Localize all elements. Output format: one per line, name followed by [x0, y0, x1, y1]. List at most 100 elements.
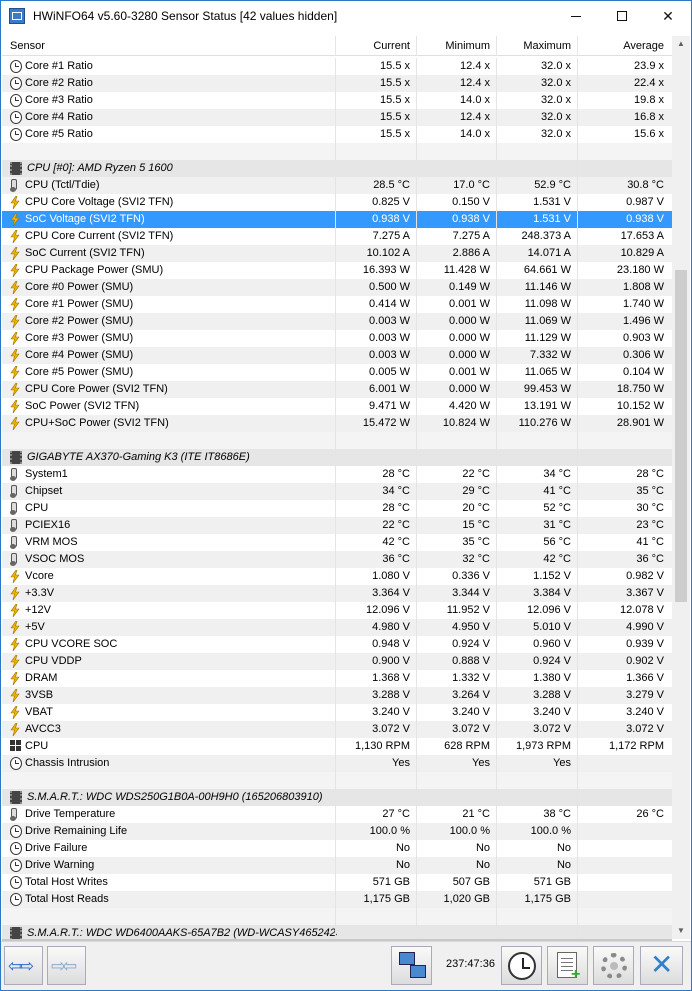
prev-next-window-button[interactable]: ⇨⇦: [47, 946, 86, 985]
sensor-row[interactable]: Chassis Intrusion Yes Yes Yes: [2, 755, 672, 772]
current-value: 0.900 V: [372, 655, 410, 667]
sensor-row[interactable]: CPU Core Power (SVI2 TFN) 6.001 W 0.000 W 9…: [2, 381, 672, 398]
current-value: 0.500 W: [369, 281, 410, 293]
vertical-scrollbar[interactable]: ▲ ▼: [672, 36, 690, 939]
sensor-row[interactable]: Core #3 Power (SMU) 0.003 W 0.000 W 11.129 …: [2, 330, 672, 347]
sensor-row[interactable]: VBAT 3.240 V 3.240 V 3.240 V 3.240 V: [2, 704, 672, 721]
sensor-group-header[interactable]: GIGABYTE AX370-Gaming K3 (ITE IT8686E): [2, 449, 672, 466]
sensor-name: Core #1 Power (SMU): [25, 298, 134, 310]
minimize-icon: [571, 16, 581, 17]
header-minimum[interactable]: Minimum: [445, 36, 490, 56]
header-maximum[interactable]: Maximum: [523, 36, 571, 56]
sensor-row[interactable]: CPU VDDP 0.900 V 0.888 V 0.924 V 0.902 V: [2, 653, 672, 670]
sensor-row[interactable]: Drive Warning No No No: [2, 857, 672, 874]
sensor-name: SoC Current (SVI2 TFN): [25, 247, 145, 259]
scroll-thumb[interactable]: [675, 270, 687, 602]
average-value: 23 °C: [636, 519, 664, 531]
average-value: 30 °C: [636, 502, 664, 514]
sensor-row[interactable]: Core #1 Power (SMU) 0.414 W 0.001 W 11.098 …: [2, 296, 672, 313]
sensor-name: PCIEX16: [25, 519, 71, 531]
sensor-row[interactable]: Drive Remaining Life 100.0 % 100.0 % 100.0 …: [2, 823, 672, 840]
sensor-row[interactable]: SoC Voltage (SVI2 TFN) 0.938 V 0.938 V 1.53…: [2, 211, 672, 228]
title-bar[interactable]: HWiNFO64 v5.60-3280 Sensor Status [42 va…: [1, 1, 691, 32]
sensor-row[interactable]: Chipset 34 °C 29 °C 41 °C 35 °C: [2, 483, 672, 500]
sensor-row[interactable]: Drive Temperature 27 °C 21 °C 38 °C 26 °C: [2, 806, 672, 823]
network-button[interactable]: [391, 946, 432, 985]
sensor-row[interactable]: +12V 12.096 V 11.952 V 12.096 V 12.078 V: [2, 602, 672, 619]
sensor-row[interactable]: Core #2 Ratio 15.5 x 12.4 x 32.0 x 22.4 x: [2, 75, 672, 92]
hwinfo-app-icon[interactable]: [9, 8, 25, 24]
sensor-row[interactable]: VRM MOS 42 °C 35 °C 56 °C 41 °C: [2, 534, 672, 551]
maximum-value: 1.531 V: [533, 196, 571, 208]
average-value: 16.8 x: [634, 111, 664, 123]
sensor-name: CPU+SoC Power (SVI2 TFN): [25, 417, 169, 429]
minimize-button[interactable]: [553, 1, 599, 32]
sensor-row[interactable]: Total Host Writes 571 GB 507 GB 571 GB: [2, 874, 672, 891]
sensor-row[interactable]: Core #4 Power (SMU) 0.003 W 0.000 W 7.332 W…: [2, 347, 672, 364]
sensor-row[interactable]: AVCC3 3.072 V 3.072 V 3.072 V 3.072 V: [2, 721, 672, 738]
sensor-row[interactable]: CPU 28 °C 20 °C 52 °C 30 °C: [2, 500, 672, 517]
thermometer-icon: [10, 468, 22, 481]
logging-button[interactable]: [547, 946, 588, 985]
minimum-value: 4.420 W: [449, 400, 490, 412]
header-current[interactable]: Current: [373, 36, 410, 56]
prev-next-sensor-button[interactable]: ⇦⇨: [4, 946, 43, 985]
sensor-row[interactable]: Core #1 Ratio 15.5 x 12.4 x 32.0 x 23.9 x: [2, 58, 672, 75]
minimum-value: 15 °C: [462, 519, 490, 531]
sensor-row[interactable]: Core #5 Ratio 15.5 x 14.0 x 32.0 x 15.6 x: [2, 126, 672, 143]
sensor-row[interactable]: CPU+SoC Power (SVI2 TFN) 15.472 W 10.824 W…: [2, 415, 672, 432]
minimum-value: 0.150 V: [452, 196, 490, 208]
average-value: 36 °C: [636, 553, 664, 565]
minimum-value: 22 °C: [462, 468, 490, 480]
sensor-row[interactable]: +3.3V 3.364 V 3.344 V 3.384 V 3.367 V: [2, 585, 672, 602]
sensor-row[interactable]: Total Host Reads 1,175 GB 1,020 GB 1,175 GB: [2, 891, 672, 908]
sensor-row[interactable]: Vcore 1.080 V 0.336 V 1.152 V 0.982 V: [2, 568, 672, 585]
reset-clock-button[interactable]: [501, 946, 542, 985]
sensor-row[interactable]: PCIEX16 22 °C 15 °C 31 °C 23 °C: [2, 517, 672, 534]
sensor-row[interactable]: +5V 4.980 V 4.950 V 5.010 V 4.990 V: [2, 619, 672, 636]
maximum-value: 11.146 W: [524, 281, 571, 293]
sensor-row[interactable]: System1 28 °C 22 °C 34 °C 28 °C: [2, 466, 672, 483]
sensor-row[interactable]: SoC Power (SVI2 TFN) 9.471 W 4.420 W 13.191…: [2, 398, 672, 415]
sensor-row[interactable]: CPU VCORE SOC 0.948 V 0.924 V 0.960 V 0.939 …: [2, 636, 672, 653]
close-window-button[interactable]: ✕: [645, 1, 691, 32]
sensor-row[interactable]: VSOC MOS 36 °C 32 °C 42 °C 36 °C: [2, 551, 672, 568]
sensor-row[interactable]: Core #5 Power (SMU) 0.005 W 0.001 W 11.065 …: [2, 364, 672, 381]
current-value: 0.825 V: [372, 196, 410, 208]
sensor-row[interactable]: Core #2 Power (SMU) 0.003 W 0.000 W 11.069 …: [2, 313, 672, 330]
sensor-name: Core #5 Power (SMU): [25, 366, 134, 378]
sensor-row[interactable]: DRAM 1.368 V 1.332 V 1.380 V 1.366 V: [2, 670, 672, 687]
settings-button[interactable]: [593, 946, 634, 985]
sensor-row[interactable]: CPU Core Current (SVI2 TFN) 7.275 A 7.275 …: [2, 228, 672, 245]
sensor-row[interactable]: CPU (Tctl/Tdie) 28.5 °C 17.0 °C 52.9 °C 30.8…: [2, 177, 672, 194]
close-sensors-button[interactable]: ✕: [640, 946, 683, 985]
sensor-group-header[interactable]: S.M.A.R.T.: WDC WD6400AAKS-65A7B2 (WD-WC…: [2, 925, 672, 939]
header-sensor[interactable]: Sensor: [10, 36, 45, 56]
current-value: 10.102 A: [366, 247, 410, 259]
sensor-row[interactable]: CPU Package Power (SMU) 16.393 W 11.428 W 6…: [2, 262, 672, 279]
sensor-row[interactable]: Core #4 Ratio 15.5 x 12.4 x 32.0 x 16.8 x: [2, 109, 672, 126]
sensor-row[interactable]: SoC Current (SVI2 TFN) 10.102 A 2.886 A 14.…: [2, 245, 672, 262]
sensor-row[interactable]: 3VSB 3.288 V 3.264 V 3.288 V 3.279 V: [2, 687, 672, 704]
sensor-group-header[interactable]: S.M.A.R.T.: WDC WDS250G1B0A-00H9H0 (1652…: [2, 789, 672, 806]
current-value: 22 °C: [382, 519, 410, 531]
sensor-row[interactable]: Core #3 Ratio 15.5 x 14.0 x 32.0 x 19.8 x: [2, 92, 672, 109]
minimum-value: 12.4 x: [460, 77, 490, 89]
sensor-row[interactable]: Drive Failure No No No: [2, 840, 672, 857]
scroll-down-icon[interactable]: ▼: [676, 926, 686, 936]
sensor-row[interactable]: CPU Core Voltage (SVI2 TFN) 0.825 V 0.150 …: [2, 194, 672, 211]
sensor-name: VBAT: [25, 706, 53, 718]
minimum-value: 11.952 V: [446, 604, 490, 616]
sensor-row[interactable]: Core #0 Power (SMU) 0.500 W 0.149 W 11.146 …: [2, 279, 672, 296]
header-average[interactable]: Average: [623, 36, 664, 56]
sensor-row[interactable]: CPU 1,130 RPM 628 RPM 1,973 RPM 1,172 RPM: [2, 738, 672, 755]
lightning-icon: [10, 349, 22, 362]
sensor-group-header[interactable]: CPU [#0]: AMD Ryzen 5 1600: [2, 160, 672, 177]
scroll-up-icon[interactable]: ▲: [676, 39, 686, 49]
average-value: 26 °C: [636, 808, 664, 820]
minimum-value: 21 °C: [462, 808, 490, 820]
gauge-icon: [10, 94, 22, 107]
average-value: 0.938 V: [626, 213, 664, 225]
current-value: 0.938 V: [372, 213, 410, 225]
maximize-button[interactable]: [599, 1, 645, 32]
